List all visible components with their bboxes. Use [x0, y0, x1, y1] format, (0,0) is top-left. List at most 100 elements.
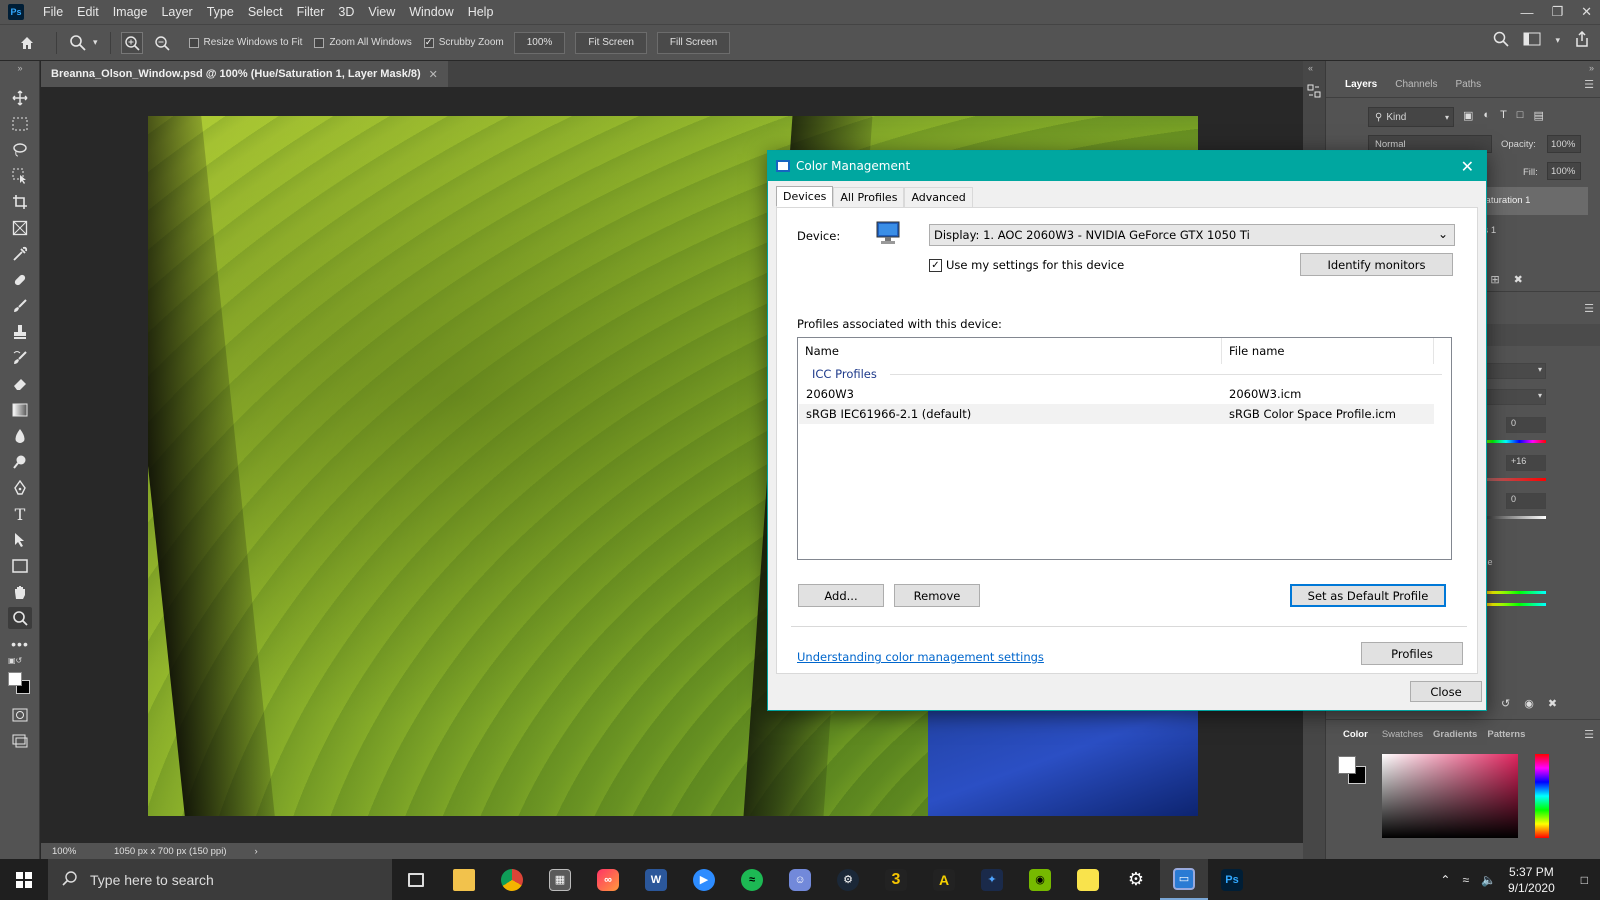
minimize-icon[interactable]: — [1520, 5, 1533, 20]
chevron-right-icon[interactable]: › [255, 846, 258, 857]
dialog-titlebar[interactable]: Color Management [768, 151, 1486, 181]
close-tab-icon[interactable]: ✕ [429, 68, 438, 81]
column-header-name[interactable]: Name [798, 338, 1222, 364]
windows-start-icon[interactable] [0, 859, 48, 900]
saturation-value[interactable]: +16 [1506, 455, 1546, 471]
tab-color[interactable]: Color [1336, 723, 1375, 746]
pen-tool-icon[interactable] [8, 477, 32, 499]
volume-icon[interactable]: 🔈 [1481, 873, 1496, 887]
checkbox-icon[interactable] [314, 37, 325, 48]
color-picker-field[interactable] [1382, 754, 1518, 838]
new-layer-icon[interactable]: ⊞ [1490, 273, 1499, 286]
tab-patterns[interactable]: Patterns [1480, 723, 1532, 746]
notifications-icon[interactable]: □ [1581, 873, 1588, 887]
clock[interactable]: 5:37 PM 9/1/2020 [1508, 864, 1555, 896]
chrome-icon[interactable] [488, 859, 536, 900]
zoom-in-icon[interactable] [120, 31, 143, 54]
column-header-file-name[interactable]: File name [1222, 338, 1434, 364]
use-my-settings-checkbox[interactable]: ✓ Use my settings for this device [929, 258, 1124, 272]
menu-image[interactable]: Image [106, 0, 155, 24]
wifi-icon[interactable]: ≈ [1462, 873, 1469, 887]
foreground-color-swatch[interactable] [8, 672, 22, 686]
photoshop-icon[interactable]: Ps [1208, 859, 1256, 900]
menu-edit[interactable]: Edit [70, 0, 106, 24]
profiles-button[interactable]: Profiles [1361, 642, 1463, 665]
menu-filter[interactable]: Filter [290, 0, 332, 24]
creative-cloud-icon[interactable]: ∞ [584, 859, 632, 900]
healing-brush-tool-icon[interactable] [8, 269, 32, 291]
move-tool-icon[interactable] [8, 87, 32, 109]
sticky-notes-icon[interactable] [1064, 859, 1112, 900]
path-selection-tool-icon[interactable] [8, 529, 32, 551]
menu-3d[interactable]: 3D [331, 0, 361, 24]
search-icon[interactable] [1493, 31, 1510, 50]
chevron-up-icon[interactable]: ⌃ [1440, 873, 1450, 887]
nvidia-icon[interactable]: ◉ [1016, 859, 1064, 900]
history-brush-tool-icon[interactable] [8, 347, 32, 369]
tab-devices[interactable]: Devices [776, 186, 834, 207]
zoom-tool-icon[interactable] [8, 607, 32, 629]
table-row[interactable]: sRGB IEC61966-2.1 (default) sRGB Color S… [799, 404, 1434, 424]
zoom-all-checkbox[interactable]: Zoom All Windows [314, 37, 412, 48]
collapse-arrows-icon[interactable]: » [8, 63, 32, 73]
checkmark-icon[interactable]: ✓ [423, 37, 434, 48]
zoom-level[interactable]: 100% [52, 846, 102, 857]
shape-filter-icon[interactable]: □ [1517, 109, 1524, 122]
blur-tool-icon[interactable] [8, 425, 32, 447]
file-explorer-icon[interactable] [440, 859, 488, 900]
tab-channels[interactable]: Channels [1386, 73, 1446, 96]
close-window-icon[interactable]: ✕ [1581, 4, 1592, 20]
fill-screen-button[interactable]: Fill Screen [656, 31, 731, 54]
chevron-down-icon[interactable]: ▾ [93, 37, 98, 48]
tab-paths[interactable]: Paths [1447, 73, 1491, 96]
affinity-icon[interactable]: A [920, 859, 968, 900]
more-tools-icon[interactable]: ••• [8, 633, 32, 655]
pixel-filter-icon[interactable]: ▣ [1463, 109, 1473, 122]
set-default-profile-button[interactable]: Set as Default Profile [1290, 584, 1446, 607]
visibility-eye-icon[interactable]: ◉ [1524, 697, 1534, 710]
dodge-tool-icon[interactable] [8, 451, 32, 473]
steam-icon[interactable]: ⚙ [824, 859, 872, 900]
gradient-tool-icon[interactable] [8, 399, 32, 421]
tab-advanced[interactable]: Advanced [904, 187, 973, 208]
device-select[interactable]: Display: 1. AOC 2060W3 - NVIDIA GeForce … [929, 224, 1455, 246]
eyedropper-tool-icon[interactable] [8, 243, 32, 265]
spotify-icon[interactable]: ≈ [728, 859, 776, 900]
checkbox-icon[interactable] [188, 37, 199, 48]
xd-icon[interactable]: ✦ [968, 859, 1016, 900]
remove-button[interactable]: Remove [894, 584, 980, 607]
quick-mask-icon[interactable] [8, 704, 32, 726]
tab-all-profiles[interactable]: All Profiles [833, 187, 905, 208]
panel-menu-icon[interactable]: ☰ [1584, 728, 1594, 741]
menu-select[interactable]: Select [241, 0, 290, 24]
collapse-arrows-icon[interactable]: « [1308, 63, 1313, 73]
restore-icon[interactable]: ❐ [1551, 4, 1563, 20]
close-icon[interactable]: ✕ [1461, 157, 1474, 176]
display-settings-icon[interactable]: ▭ [1160, 859, 1208, 900]
adjustments-panel-icon[interactable] [1306, 83, 1322, 102]
discord-icon[interactable]: ☺ [776, 859, 824, 900]
type-tool-icon[interactable]: T [8, 503, 32, 525]
zoom-tool-preset-icon[interactable] [67, 32, 89, 54]
profiles-list[interactable]: Name File name ICC Profiles 2060W3 2060W… [797, 337, 1452, 560]
tab-layers[interactable]: Layers [1336, 73, 1387, 96]
menu-type[interactable]: Type [200, 0, 241, 24]
hue-strip[interactable] [1535, 754, 1549, 838]
tab-swatches[interactable]: Swatches [1375, 723, 1430, 746]
document-tab[interactable]: Breanna_Olson_Window.psd @ 100% (Hue/Sat… [41, 61, 448, 87]
checkmark-icon[interactable]: ✓ [929, 258, 942, 272]
home-icon[interactable] [16, 32, 38, 54]
type-filter-icon[interactable]: T [1500, 109, 1507, 122]
brush-tool-icon[interactable] [8, 295, 32, 317]
share-icon[interactable] [1574, 30, 1590, 50]
calculator-icon[interactable]: ▦ [536, 859, 584, 900]
menu-view[interactable]: View [361, 0, 402, 24]
scrubby-zoom-checkbox[interactable]: ✓ Scrubby Zoom [423, 37, 504, 48]
menu-file[interactable]: File [36, 0, 70, 24]
app-3-icon[interactable]: 3 [872, 859, 920, 900]
frame-tool-icon[interactable] [8, 217, 32, 239]
workspace-icon[interactable] [1523, 32, 1541, 49]
swap-colors-icon[interactable]: ▣↺ [8, 654, 32, 666]
understanding-color-management-link[interactable]: Understanding color management settings [797, 650, 1044, 664]
smart-object-filter-icon[interactable]: ▤ [1533, 109, 1543, 122]
